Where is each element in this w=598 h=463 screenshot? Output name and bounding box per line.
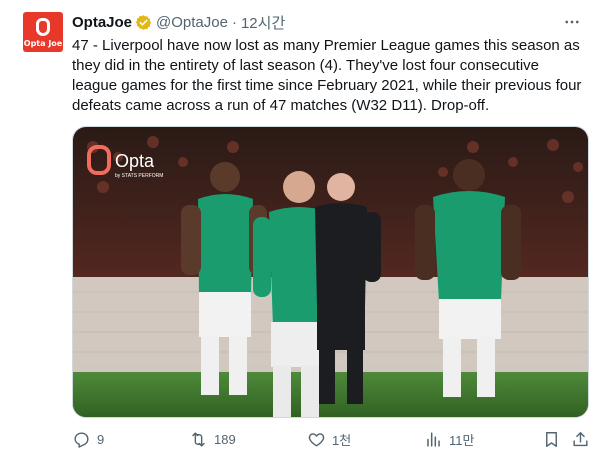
like-count: 1천: [332, 432, 352, 448]
views-button[interactable]: 11만: [424, 428, 474, 450]
tweet-text: 47 - Liverpool have now lost as many Pre…: [72, 37, 582, 114]
match-photo: Opta by STATS PERFORM: [73, 127, 588, 417]
views-count: 11만: [449, 432, 475, 448]
like-icon: [308, 432, 325, 447]
reply-button[interactable]: 9: [72, 428, 104, 450]
retweet-button[interactable]: 189: [189, 428, 236, 450]
watermark-sub: by STATS PERFORM: [115, 173, 163, 179]
tweet-card[interactable]: Opta Joe OptaJoe @OptaJoe · 12시간 47 - Li…: [0, 0, 598, 463]
like-button[interactable]: 1천: [307, 428, 351, 450]
tweet-header: OptaJoe @OptaJoe · 12시간: [72, 12, 285, 32]
action-bar: 9 189 1천 11만: [72, 428, 592, 450]
watermark-brand: Opta: [115, 151, 155, 171]
share-button[interactable]: [571, 428, 590, 450]
author-name[interactable]: OptaJoe: [72, 14, 132, 31]
share-icon: [573, 431, 588, 446]
opta-logo-mark: [36, 18, 50, 36]
avatar[interactable]: Opta Joe: [23, 12, 63, 52]
retweet-icon: [192, 431, 205, 447]
more-icon[interactable]: [562, 12, 582, 32]
avatar-wordmark: Opta Joe: [23, 39, 63, 48]
separator-dot: ·: [231, 13, 237, 31]
author-handle[interactable]: @OptaJoe: [156, 14, 228, 31]
tweet-photo[interactable]: Opta by STATS PERFORM: [72, 126, 589, 418]
bookmark-icon: [546, 431, 557, 447]
retweet-count: 189: [214, 431, 236, 447]
reply-icon: [74, 431, 89, 448]
reply-count: 9: [97, 431, 105, 447]
views-icon: [427, 431, 440, 447]
timestamp[interactable]: 12시간: [241, 12, 285, 33]
bookmark-button[interactable]: [542, 428, 561, 450]
verified-badge-icon[interactable]: [135, 14, 152, 31]
